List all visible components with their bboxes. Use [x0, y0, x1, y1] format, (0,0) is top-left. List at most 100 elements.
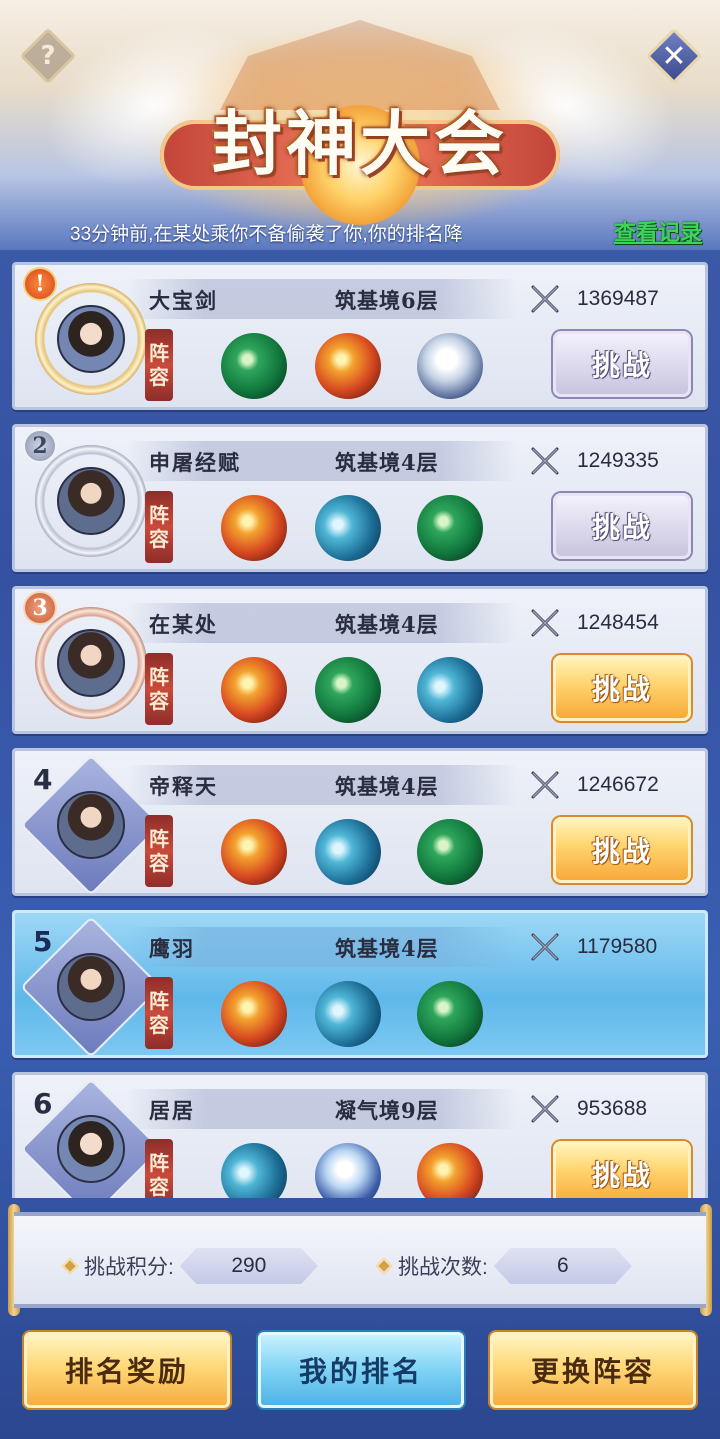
whale-pet-icon[interactable]	[315, 819, 381, 885]
challenge-button[interactable]: 挑战	[553, 493, 691, 559]
combat-power: 1249335	[577, 449, 659, 472]
crossed-swords-icon	[527, 929, 563, 965]
white-tiger-pet-icon[interactable]	[417, 333, 483, 399]
challenge-button[interactable]: 挑战	[553, 1141, 691, 1198]
ranking-row: 2 申屠经赋 筑基境4层 1249335 阵容 挑战	[12, 424, 708, 572]
whale-pet-icon[interactable]	[417, 657, 483, 723]
challenge-count: 挑战次数: 6	[375, 1246, 632, 1286]
cultivation-realm: 筑基境4层	[335, 774, 439, 799]
avatar	[57, 305, 125, 373]
lineup-tag-char: 容	[149, 851, 169, 875]
green-dragon-pet-icon[interactable]	[221, 333, 287, 399]
notice-bar: 33分钟前,在某处乘你不备偷袭了你,你的排名降 查看记录	[0, 215, 720, 249]
combat-power: 1248454	[577, 611, 659, 634]
challenge-button[interactable]: 挑战	[553, 817, 691, 883]
avatar	[57, 1115, 125, 1183]
player-name: 大宝剑	[149, 288, 218, 313]
combat-power: 1369487	[577, 287, 659, 310]
lineup-tag: 阵容	[145, 1139, 173, 1198]
header-banner: 封神大会 ? ✕	[0, 0, 720, 250]
green-dragon-pet-icon[interactable]	[315, 657, 381, 723]
ranking-list[interactable]: ! 大宝剑 筑基境6层 1369487 阵容挑战 2 申屠经赋 筑基境4层 1249335 阵容挑…	[0, 262, 720, 1198]
player-name: 鹰羽	[149, 936, 195, 961]
ranking-row: 4 帝释天 筑基境4层 1246672 阵容 挑战	[12, 748, 708, 896]
stats-panel: 挑战积分: 290 挑战次数: 6	[14, 1212, 706, 1308]
cultivation-realm: 凝气境9层	[335, 1098, 439, 1123]
lineup-tag-char: 阵	[149, 1151, 169, 1175]
page-title: 封神大会	[212, 102, 508, 185]
view-record-link[interactable]: 查看记录	[614, 215, 702, 247]
player-name: 申屠经赋	[149, 450, 241, 475]
whale-pet-icon[interactable]	[315, 981, 381, 1047]
lineup-tag-char: 阵	[149, 665, 169, 689]
red-dragon-pet-icon[interactable]	[221, 495, 287, 561]
crossed-swords-icon	[527, 767, 563, 803]
avatar	[57, 629, 125, 697]
ranking-row: 3 在某处 筑基境4层 1248454 阵容 挑战	[12, 586, 708, 734]
change-lineup-button[interactable]: 更换阵容	[490, 1332, 696, 1408]
lineup-tag-char: 容	[149, 527, 169, 551]
rank-badge: !	[23, 267, 57, 301]
green-dragon-pet-icon[interactable]	[417, 981, 483, 1047]
whale-pet-icon[interactable]	[221, 1143, 287, 1198]
ranking-row: ! 大宝剑 筑基境6层 1369487 阵容 挑战	[12, 262, 708, 410]
challenge-button[interactable]: 挑战	[553, 331, 691, 397]
lineup-tag-char: 容	[149, 689, 169, 713]
red-dragon-pet-icon[interactable]	[417, 1143, 483, 1198]
lineup-tag: 阵容	[145, 653, 173, 725]
cultivation-realm: 筑基境4层	[335, 936, 439, 961]
challenge-score-label: 挑战积分:	[84, 1256, 174, 1279]
rank-badge: 2	[23, 429, 57, 463]
lineup-tag: 阵容	[145, 977, 173, 1049]
crossed-swords-icon	[527, 443, 563, 479]
lineup-tag-char: 阵	[149, 341, 169, 365]
rank-badge: 3	[23, 591, 57, 625]
green-dragon-pet-icon[interactable]	[417, 819, 483, 885]
diamond-bullet-icon	[61, 1257, 79, 1275]
notice-text: 33分钟前,在某处乘你不备偷袭了你,你的排名降	[70, 224, 463, 245]
lineup-tag: 阵容	[145, 815, 173, 887]
avatar	[57, 953, 125, 1021]
crossed-swords-icon	[527, 605, 563, 641]
red-dragon-pet-icon[interactable]	[221, 981, 287, 1047]
lineup-tag-char: 容	[149, 1175, 169, 1198]
combat-power: 1246672	[577, 773, 659, 796]
red-dragon-pet-icon[interactable]	[221, 819, 287, 885]
avatar	[57, 791, 125, 859]
player-name: 帝释天	[149, 774, 218, 799]
cultivation-realm: 筑基境6层	[335, 288, 439, 313]
player-name: 在某处	[149, 612, 218, 637]
challenge-count-label: 挑战次数:	[398, 1256, 488, 1279]
challenge-count-value: 6	[493, 1248, 632, 1284]
ice-dragon-pet-icon[interactable]	[315, 1143, 381, 1198]
combat-power: 953688	[577, 1097, 648, 1120]
lineup-tag-char: 阵	[149, 827, 169, 851]
cultivation-realm: 筑基境4层	[335, 612, 439, 637]
red-dragon-pet-icon[interactable]	[221, 657, 287, 723]
rank-number: 6	[33, 1087, 53, 1120]
lineup-tag-char: 阵	[149, 503, 169, 527]
challenge-score-value: 290	[179, 1248, 318, 1284]
lineup-tag-char: 容	[149, 365, 169, 389]
red-dragon-pet-icon[interactable]	[315, 333, 381, 399]
close-icon: ✕	[661, 38, 687, 74]
help-button[interactable]: ?	[19, 27, 77, 85]
rank-number: 4	[33, 763, 53, 796]
question-icon: ?	[40, 41, 56, 71]
player-name: 居居	[149, 1098, 195, 1123]
rank-number: 5	[33, 925, 53, 958]
lineup-tag-char: 容	[149, 1013, 169, 1037]
whale-pet-icon[interactable]	[315, 495, 381, 561]
my-rank-button[interactable]: 我的排名	[258, 1332, 464, 1408]
avatar	[57, 467, 125, 535]
lineup-tag-char: 阵	[149, 989, 169, 1013]
combat-power: 1179580	[577, 935, 658, 958]
challenge-score: 挑战积分: 290	[61, 1246, 318, 1286]
crossed-swords-icon	[527, 1091, 563, 1127]
close-button[interactable]: ✕	[645, 27, 703, 85]
rank-rewards-button[interactable]: 排名奖励	[24, 1332, 230, 1408]
challenge-button[interactable]: 挑战	[553, 655, 691, 721]
green-dragon-pet-icon[interactable]	[417, 495, 483, 561]
crossed-swords-icon	[527, 281, 563, 317]
lineup-tag: 阵容	[145, 329, 173, 401]
